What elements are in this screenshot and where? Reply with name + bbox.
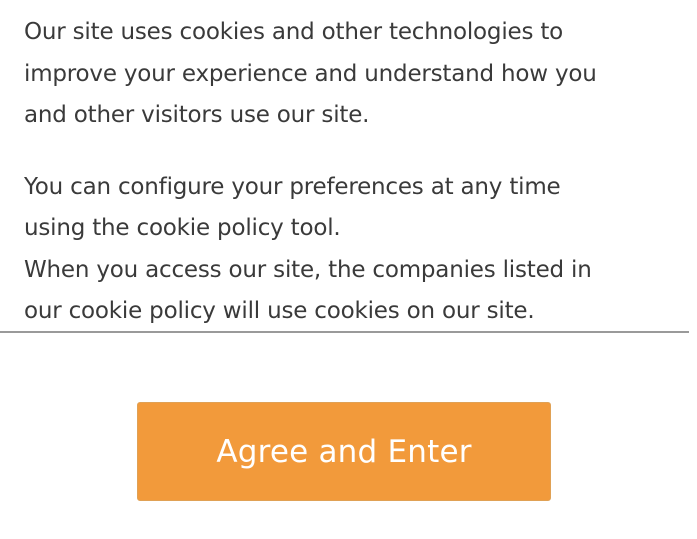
notice-line: and other visitors use our site.: [24, 102, 370, 128]
notice-line: our cookie policy will use cookies on ou…: [24, 298, 535, 324]
cookie-notice: Our site uses cookies and other technolo…: [24, 12, 684, 333]
divider: [0, 331, 689, 333]
cookie-notice-paragraph-2: You can configure your preferences at an…: [24, 167, 684, 333]
notice-line: improve your experience and understand h…: [24, 60, 597, 87]
agree-and-enter-button[interactable]: Agree and Enter: [137, 402, 551, 501]
notice-line: Our site uses cookies and other technolo…: [24, 19, 564, 45]
notice-line: You can configure your preferences at an…: [24, 173, 561, 200]
notice-line: using the cookie policy tool.: [24, 215, 341, 241]
notice-line: When you access our site, the companies …: [24, 256, 592, 283]
cookie-notice-paragraph-1: Our site uses cookies and other technolo…: [24, 12, 684, 137]
